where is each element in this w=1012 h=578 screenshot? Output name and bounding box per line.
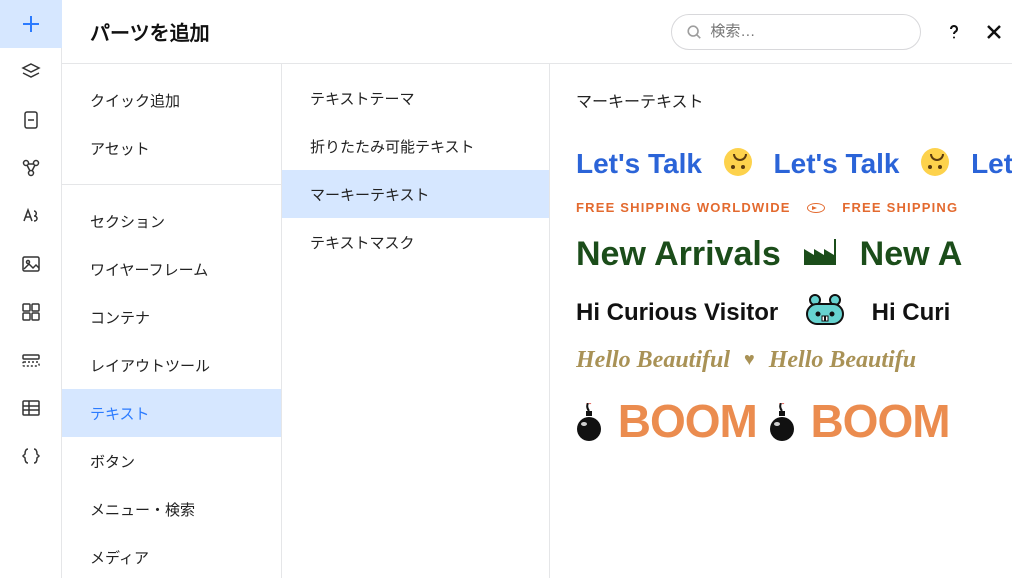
subcategory-list: テキストテーマ 折りたたみ可能テキスト マーキーテキスト テキストマスク bbox=[282, 64, 550, 578]
marquee-sample-new-arrivals[interactable]: New Arrivals New A bbox=[576, 235, 1012, 274]
search-icon bbox=[686, 23, 702, 41]
bomb-icon bbox=[576, 398, 602, 436]
menu-label: アセット bbox=[90, 138, 150, 159]
grid-icon bbox=[21, 302, 41, 322]
rail-image[interactable] bbox=[0, 240, 62, 288]
help-icon bbox=[945, 23, 963, 41]
preview-pane: マーキーテキスト Let's Talk Let's Talk Let's FRE… bbox=[550, 64, 1012, 578]
rail-layers[interactable] bbox=[0, 48, 62, 96]
menu-label: セクション bbox=[90, 211, 165, 232]
menu-text[interactable]: テキスト bbox=[62, 389, 281, 437]
sub-collapsible-text[interactable]: 折りたたみ可能テキスト bbox=[282, 122, 549, 170]
menu-label: レイアウトツール bbox=[90, 355, 210, 376]
sub-label: 折りたたみ可能テキスト bbox=[310, 136, 475, 157]
menu-label: テキスト bbox=[90, 403, 150, 424]
sub-text-theme[interactable]: テキストテーマ bbox=[282, 74, 549, 122]
category-list: クイック追加 アセット セクション ワイヤーフレーム コンテナ レイアウトツール… bbox=[62, 64, 282, 578]
close-button[interactable] bbox=[983, 21, 1005, 43]
close-icon bbox=[985, 23, 1003, 41]
marquee-sample-hello-beautiful[interactable]: Hello Beautiful ♥ Hello Beautifu bbox=[576, 347, 1012, 374]
rail-code[interactable] bbox=[0, 432, 62, 480]
code-icon bbox=[20, 445, 42, 467]
menu-label: メニュー・検索 bbox=[90, 499, 195, 520]
menu-quick-add[interactable]: クイック追加 bbox=[62, 76, 281, 124]
oval-arrow-icon bbox=[807, 203, 825, 213]
rail-table[interactable] bbox=[0, 384, 62, 432]
search-box[interactable] bbox=[671, 14, 921, 50]
menu-section[interactable]: セクション bbox=[62, 197, 281, 245]
menu-container[interactable]: コンテナ bbox=[62, 293, 281, 341]
nodes-icon bbox=[20, 157, 42, 179]
search-input[interactable] bbox=[710, 23, 906, 40]
sub-text-mask[interactable]: テキストマスク bbox=[282, 218, 549, 266]
rail-text-style[interactable] bbox=[0, 192, 62, 240]
menu-label: ワイヤーフレーム bbox=[90, 259, 208, 280]
upside-down-face-icon bbox=[921, 148, 949, 176]
menu-assets[interactable]: アセット bbox=[62, 124, 281, 172]
section-icon bbox=[21, 350, 41, 370]
marquee-sample-boom[interactable]: BOOM BOOM bbox=[576, 394, 1012, 448]
rail-page[interactable] bbox=[0, 96, 62, 144]
table-icon bbox=[21, 398, 41, 418]
panel-title: パーツを追加 bbox=[90, 17, 671, 46]
rail-nodes[interactable] bbox=[0, 144, 62, 192]
bomb-icon bbox=[769, 398, 795, 436]
text-style-icon bbox=[20, 205, 42, 227]
sub-marquee-text[interactable]: マーキーテキスト bbox=[282, 170, 549, 218]
bunny-icon bbox=[803, 294, 847, 326]
rail-grid[interactable] bbox=[0, 288, 62, 336]
rail-add[interactable] bbox=[0, 0, 62, 48]
marquee-sample-lets-talk[interactable]: Let's Talk Let's Talk Let's bbox=[576, 148, 1012, 180]
add-icon bbox=[20, 13, 42, 35]
upside-down-face-icon bbox=[724, 148, 752, 176]
layers-icon bbox=[20, 61, 42, 83]
menu-divider bbox=[62, 184, 281, 185]
menu-label: コンテナ bbox=[90, 307, 150, 328]
marquee-sample-curious-visitor[interactable]: Hi Curious Visitor Hi Curi bbox=[576, 294, 1012, 327]
menu-layout-tool[interactable]: レイアウトツール bbox=[62, 341, 281, 389]
panel-header: パーツを追加 bbox=[62, 0, 1012, 64]
panel-columns: クイック追加 アセット セクション ワイヤーフレーム コンテナ レイアウトツール… bbox=[62, 64, 1012, 578]
sub-label: テキストテーマ bbox=[310, 88, 415, 109]
help-button[interactable] bbox=[943, 21, 965, 43]
image-icon bbox=[21, 254, 41, 274]
menu-button[interactable]: ボタン bbox=[62, 437, 281, 485]
marquee-sample-free-shipping[interactable]: FREE SHIPPING WORLDWIDE FREE SHIPPING bbox=[576, 200, 1012, 215]
page-icon bbox=[21, 110, 41, 130]
add-panel: パーツを追加 クイック追加 アセット セクション ワイヤーフレーム コ bbox=[62, 0, 1012, 578]
menu-label: クイック追加 bbox=[90, 90, 180, 111]
icon-rail bbox=[0, 0, 62, 578]
menu-menu-search[interactable]: メニュー・検索 bbox=[62, 485, 281, 533]
rail-section[interactable] bbox=[0, 336, 62, 384]
preview-title: マーキーテキスト bbox=[576, 88, 1012, 112]
sub-label: テキストマスク bbox=[310, 232, 415, 253]
header-actions bbox=[943, 21, 1005, 43]
menu-label: ボタン bbox=[90, 451, 135, 472]
menu-label: メディア bbox=[90, 547, 149, 568]
menu-wireframe[interactable]: ワイヤーフレーム bbox=[62, 245, 281, 293]
factory-icon bbox=[804, 235, 836, 261]
sub-label: マーキーテキスト bbox=[310, 184, 430, 205]
menu-media[interactable]: メディア bbox=[62, 533, 281, 578]
heart-icon: ♥ bbox=[744, 349, 755, 369]
